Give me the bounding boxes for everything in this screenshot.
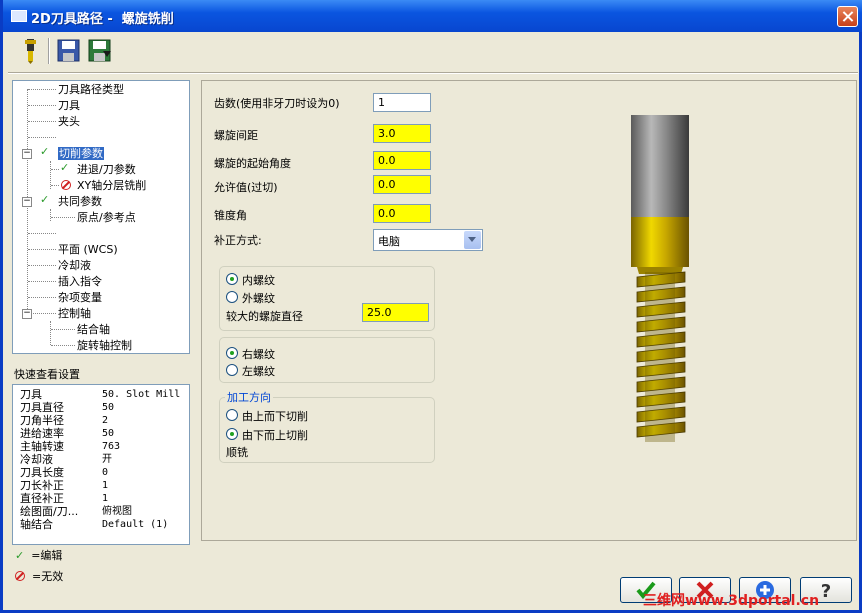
quickview-value: 50: [102, 402, 115, 413]
watermark: 三维网www.3dportal.cn: [643, 593, 820, 609]
check-icon: ✓: [15, 549, 25, 562]
allowance-label: 允许值(过切): [214, 181, 278, 194]
tree-item-holder[interactable]: 夹头: [58, 114, 80, 129]
quickview-key: 直径补正: [20, 492, 64, 505]
teeth-input[interactable]: 1: [373, 93, 431, 112]
quickview-value: 50: [102, 428, 115, 439]
title-bar[interactable]: 2D刀具路径 - 螺旋铣削: [3, 0, 862, 32]
allowance-input[interactable]: 0.0: [373, 175, 431, 194]
chevron-down-icon[interactable]: [464, 231, 481, 249]
taper-input[interactable]: 0.0: [373, 204, 431, 223]
toolbar: [3, 32, 859, 72]
pitch-label: 螺旋间距: [214, 129, 258, 142]
quickview-key: 冷却液: [20, 453, 53, 466]
tree-item-misc-values[interactable]: 杂项变量: [58, 290, 102, 305]
tree-item-tool[interactable]: 刀具: [58, 98, 80, 113]
tool-icon[interactable]: [17, 37, 43, 65]
check-icon: ✓: [40, 145, 50, 158]
climb-label: 顺铣: [226, 446, 248, 459]
external-thread-label: 外螺纹: [242, 292, 275, 305]
quickview-value: 开: [102, 454, 112, 465]
quickview-panel: 刀具 50. Slot Mill 刀具直径 50 刀角半径 2 进给速率 50 主轴转速…: [12, 384, 190, 545]
tree-item-toolpath-type[interactable]: 刀具路径类型: [58, 82, 124, 97]
tree-item-plane-wcs[interactable]: 平面 (WCS): [58, 242, 118, 257]
start-angle-input[interactable]: 0.0: [373, 151, 431, 170]
thread-mill-illustration: [631, 115, 689, 442]
invalid-icon: [61, 180, 71, 190]
quickview-value: 763: [102, 441, 121, 452]
quickview-key: 主轴转速: [20, 440, 64, 453]
quickview-key: 刀角半径: [20, 414, 64, 427]
right-thread-radio[interactable]: [226, 347, 238, 359]
save-icon[interactable]: [56, 37, 82, 65]
collapse-icon[interactable]: −: [22, 149, 32, 159]
left-thread-label: 左螺纹: [242, 365, 275, 378]
right-thread-label: 右螺纹: [242, 348, 275, 361]
legend-invalid-label: =无效: [32, 570, 64, 583]
svg-text:?: ?: [821, 581, 831, 602]
window-icon: [11, 10, 27, 22]
tree-item-home-ref[interactable]: 原点/参考点: [77, 210, 136, 225]
major-diameter-label: 较大的螺旋直径: [226, 310, 303, 323]
invalid-icon: [15, 571, 25, 581]
collapse-icon[interactable]: −: [22, 197, 32, 207]
legend-edit-label: =编辑: [31, 549, 63, 562]
tree-item-axis-combination[interactable]: 结合轴: [77, 322, 110, 337]
quickview-value: 俯视图: [102, 506, 132, 517]
tree-item-cut-params-label: 切削参数: [58, 147, 104, 160]
quickview-key: 刀具: [20, 388, 42, 401]
compensation-label: 补正方式:: [214, 234, 262, 247]
quickview-key: 轴结合: [20, 518, 53, 531]
parameter-tree: 刀具路径类型 刀具 夹头 − ✓ 切削参数 ✓ 进退/刀参数 XY轴分层铣削 −…: [12, 80, 190, 354]
check-icon: ✓: [40, 193, 50, 206]
legend-edit: ✓ =编辑: [15, 548, 62, 564]
bottom-up-radio[interactable]: [226, 428, 238, 440]
quickview-key: 刀具直径: [20, 401, 64, 414]
tree-item-canned-text[interactable]: 插入指令: [58, 274, 102, 289]
quickview-title: 快速查看设置: [14, 368, 80, 381]
tree-item-common-params[interactable]: 共同参数: [58, 194, 102, 209]
compensation-value: 电脑: [378, 235, 400, 248]
machining-direction-title: 加工方向: [225, 389, 273, 405]
window-title: 2D刀具路径 - 螺旋铣削: [31, 12, 174, 27]
quickview-key: 绘图面/刀...: [20, 505, 79, 518]
internal-thread-label: 内螺纹: [242, 274, 275, 287]
collapse-icon[interactable]: −: [22, 309, 32, 319]
dialog-window: 2D刀具路径 - 螺旋铣削 刀具路径类型 刀具 夹头 − ✓ 切削参数 ✓ 进退…: [0, 0, 862, 613]
close-button[interactable]: [837, 6, 858, 27]
start-angle-label: 螺旋的起始角度: [214, 157, 291, 170]
pitch-input[interactable]: 3.0: [373, 124, 431, 143]
quickview-value: Default (1): [102, 519, 169, 530]
internal-thread-radio[interactable]: [226, 273, 238, 285]
external-thread-radio[interactable]: [226, 291, 238, 303]
quickview-value: 0: [102, 467, 109, 478]
bottom-up-label: 由下而上切削: [242, 429, 308, 442]
quickview-value: 1: [102, 493, 109, 504]
quickview-key: 刀长补正: [20, 479, 64, 492]
major-diameter-input[interactable]: 25.0: [362, 303, 429, 322]
quickview-value: 50. Slot Mill: [102, 389, 181, 400]
taper-label: 锥度角: [214, 209, 247, 222]
tree-item-cut-params[interactable]: 切削参数: [58, 146, 104, 161]
tree-item-xy-depth[interactable]: XY轴分层铣削: [77, 178, 146, 193]
quickview-value: 2: [102, 415, 109, 426]
quickview-key: 刀具长度: [20, 466, 64, 479]
legend-invalid: =无效: [15, 569, 63, 585]
tree-item-lead-in-out[interactable]: 进退/刀参数: [77, 162, 136, 177]
compensation-select[interactable]: 电脑: [373, 229, 483, 251]
tree-item-coolant[interactable]: 冷却液: [58, 258, 91, 273]
tree-item-axis-control[interactable]: 控制轴: [58, 306, 91, 321]
tree-item-rotary-axis[interactable]: 旋转轴控制: [77, 338, 132, 353]
left-thread-radio[interactable]: [226, 364, 238, 376]
top-down-radio[interactable]: [226, 409, 238, 421]
top-down-label: 由上而下切削: [242, 410, 308, 423]
check-icon: ✓: [60, 161, 70, 174]
quickview-value: 1: [102, 480, 109, 491]
quickview-key: 进给速率: [20, 427, 64, 440]
teeth-label: 齿数(使用非牙刀时设为0): [214, 97, 340, 110]
save-as-icon[interactable]: [87, 37, 113, 65]
